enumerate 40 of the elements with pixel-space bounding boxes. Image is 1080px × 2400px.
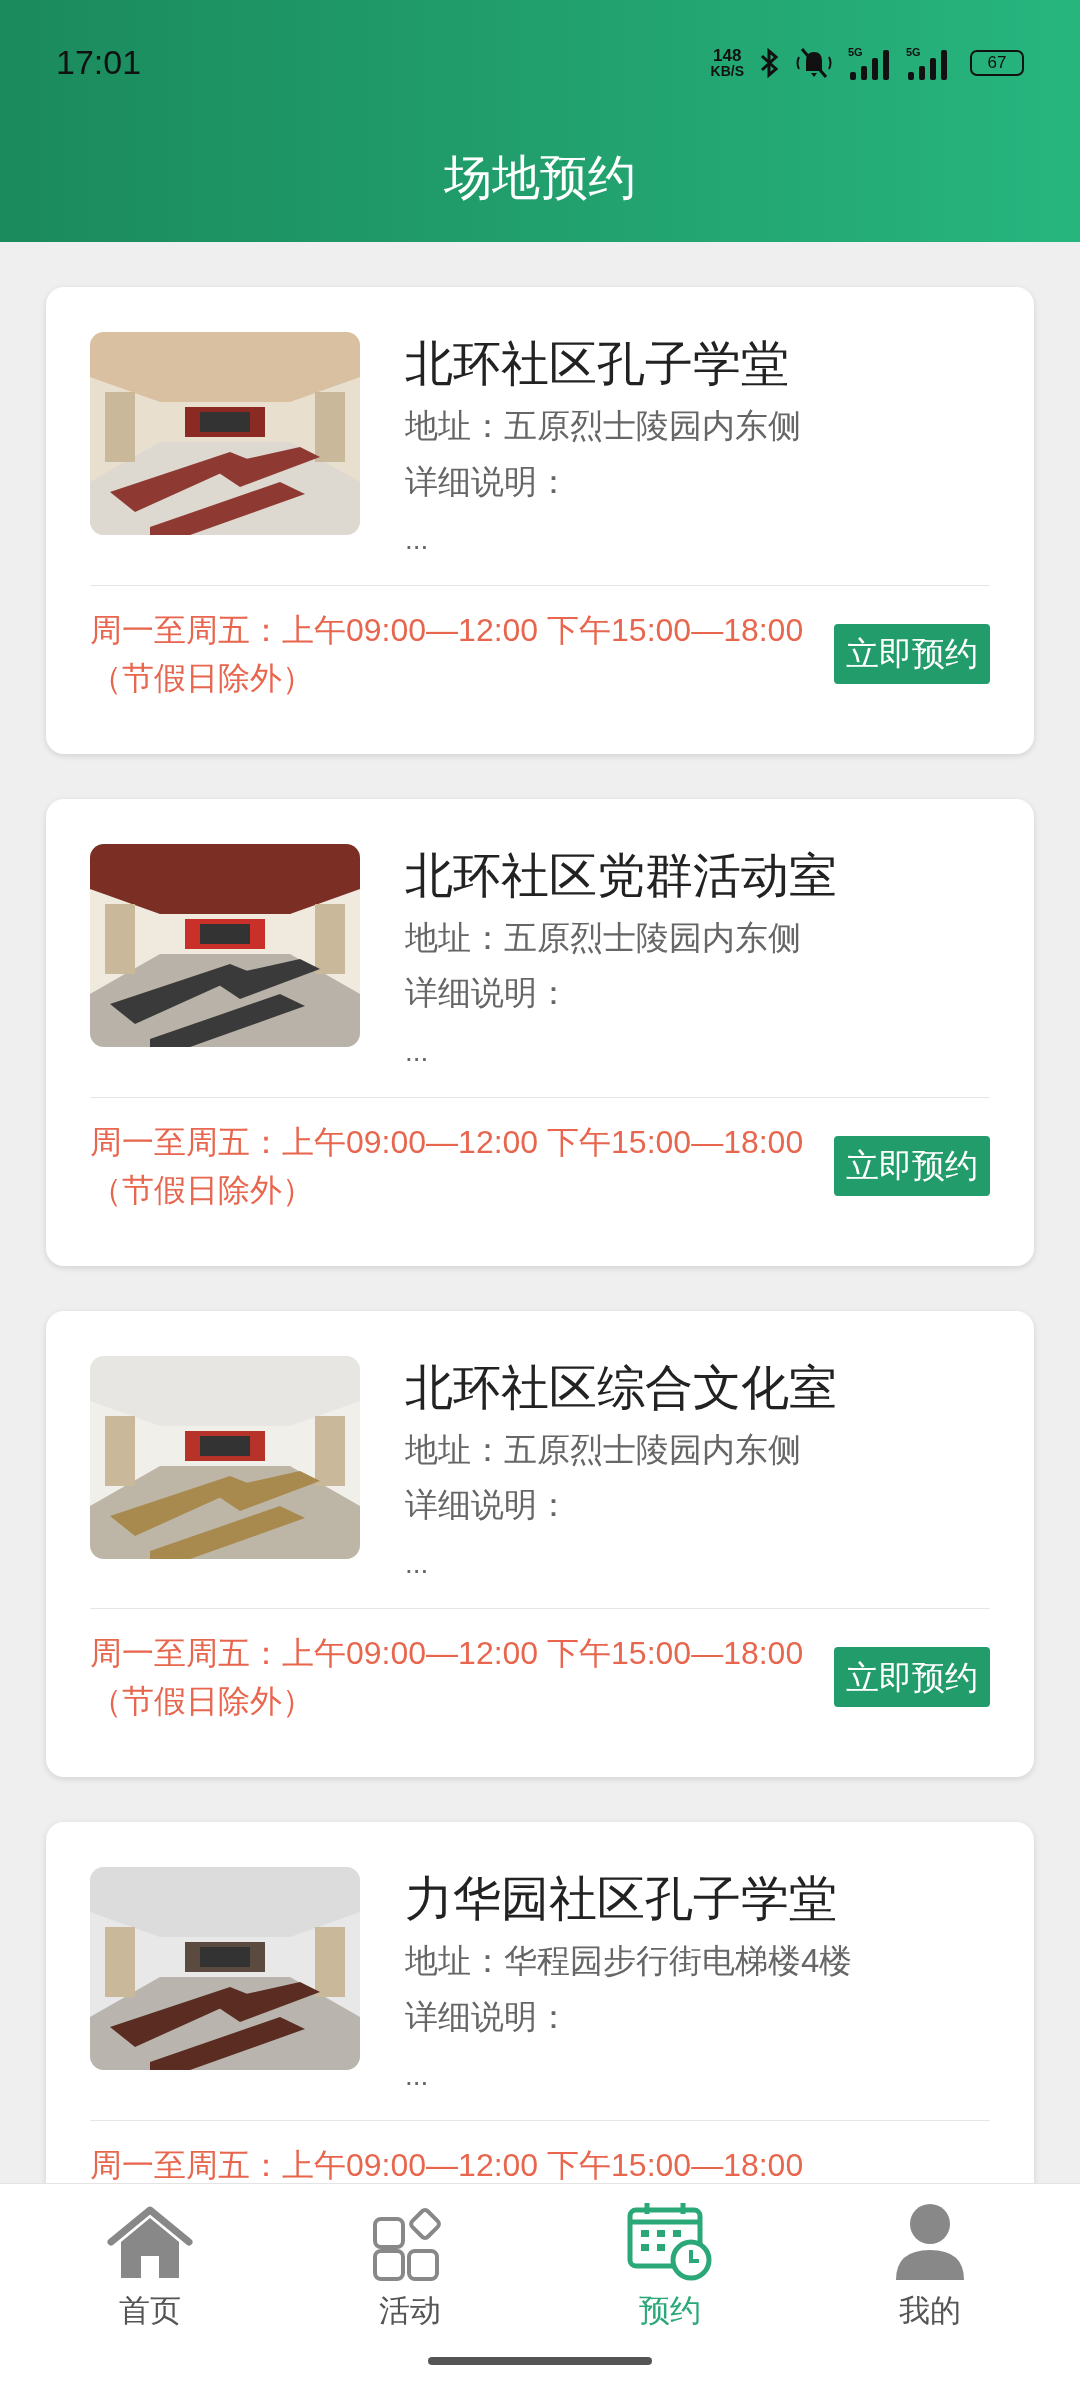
venue-name: 北环社区孔子学堂 bbox=[405, 336, 790, 392]
venue-address: 地址：五原烈士陵园内东侧 bbox=[405, 917, 802, 958]
network-speed: 148 KB/S bbox=[710, 47, 744, 78]
home-indicator[interactable] bbox=[428, 2356, 652, 2365]
signal-icon bbox=[848, 47, 892, 80]
bluetooth-icon bbox=[758, 47, 780, 78]
venue-name: 北环社区综合文化室 bbox=[405, 1359, 837, 1416]
book-now-button[interactable]: 立即预约 bbox=[834, 1647, 990, 1708]
venue-detail-label: 详细说明： bbox=[405, 1485, 571, 1525]
venue-detail-more: ... bbox=[405, 523, 430, 557]
user-icon bbox=[894, 2202, 966, 2282]
book-now-button[interactable]: 立即预约 bbox=[834, 623, 990, 684]
opening-hours: 周一至周五：上午09:00—12:00 下午15:00—18:00（节假日除外） bbox=[90, 610, 805, 698]
venue-name: 北环社区党群活动室 bbox=[405, 847, 837, 904]
muted-bell-icon bbox=[794, 46, 834, 79]
venue-address: 地址：五原烈士陵园内东侧 bbox=[405, 1429, 802, 1470]
tab-item[interactable]: 预约 bbox=[570, 2198, 770, 2335]
venue-address: 地址：华程园步行街电梯楼4楼 bbox=[405, 1941, 853, 1981]
network-type: 5G bbox=[848, 44, 863, 60]
battery-indicator: 67 bbox=[970, 49, 1024, 76]
tab-item[interactable]: 活动 bbox=[310, 2198, 510, 2335]
tab-item[interactable]: 首页 bbox=[50, 2198, 250, 2335]
venue-detail-label: 详细说明： bbox=[405, 1996, 571, 2037]
tab-item[interactable]: 我的 bbox=[830, 2198, 1030, 2335]
signal-icon bbox=[906, 47, 950, 80]
opening-hours: 周一至周五：上午09:00—12:00 下午15:00—18:00（节假日除外） bbox=[90, 1122, 805, 1210]
venue-detail-more: ... bbox=[405, 2058, 430, 2093]
venue-detail-label: 详细说明： bbox=[405, 461, 571, 502]
page-title: 场地预约 bbox=[444, 149, 636, 206]
venue-name: 力华园社区孔子学堂 bbox=[405, 1871, 838, 1928]
venue-detail-more: ... bbox=[405, 1034, 430, 1069]
venue-detail-more: ... bbox=[405, 1546, 430, 1581]
network-type: 5G bbox=[906, 44, 921, 60]
calendar-clock-icon bbox=[627, 2200, 713, 2282]
opening-hours: 周一至周五：上午09:00—12:00 下午15:00—18:00（节假日除外） bbox=[90, 1634, 805, 1722]
venue-address: 地址：五原烈士陵园内东侧 bbox=[405, 406, 801, 446]
venue-detail-label: 详细说明： bbox=[405, 973, 571, 1013]
book-now-button[interactable]: 立即预约 bbox=[834, 1135, 990, 1196]
status-time: 17:01 bbox=[56, 42, 142, 83]
opening-hours: 周一至周五：上午09:00—12:00 下午15:00—18:00 bbox=[90, 2146, 805, 2186]
